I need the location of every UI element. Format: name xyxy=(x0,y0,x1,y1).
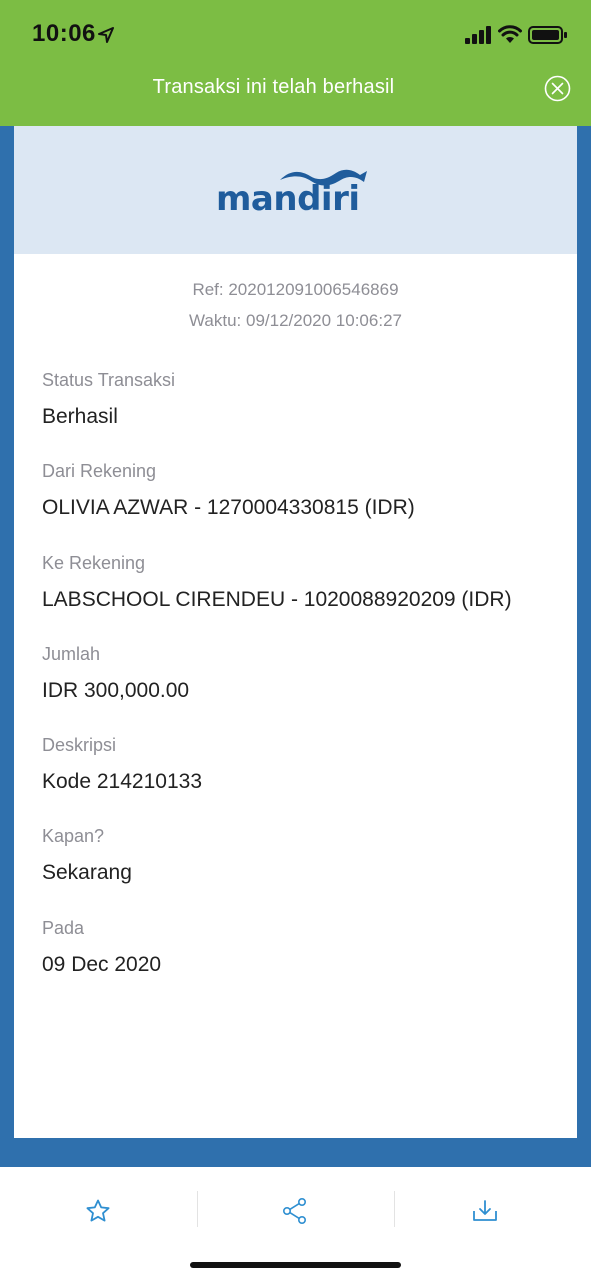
banner-title: Transaksi ini telah berhasil xyxy=(152,76,395,98)
field-pada: Pada 09 Dec 2020 xyxy=(42,918,562,977)
receipt-body: Ref: 202012091006546869 Waktu: 09/12/202… xyxy=(14,254,577,1138)
reference-number: Ref: 202012091006546869 xyxy=(192,280,399,299)
bottom-toolbar xyxy=(0,1167,591,1280)
battery-icon xyxy=(528,26,567,44)
share-icon xyxy=(282,1197,306,1224)
status-time: 10:06 xyxy=(32,20,96,47)
field-status-transaksi: Status Transaksi Berhasil xyxy=(42,370,562,429)
field-label: Status Transaksi xyxy=(42,370,176,390)
transaction-time: Waktu: 09/12/2020 10:06:27 xyxy=(189,311,402,330)
field-value: LABSCHOOL CIRENDEU - 1020088920209 (IDR) xyxy=(42,588,512,611)
toolbar-divider xyxy=(394,1191,395,1227)
download-icon xyxy=(473,1200,497,1221)
receipt-header: mandiri xyxy=(14,126,577,254)
wifi-icon xyxy=(498,25,522,43)
field-dari-rekening: Dari Rekening OLIVIA AZWAR - 12700043308… xyxy=(42,461,562,520)
close-icon[interactable] xyxy=(544,75,571,102)
field-value: OLIVIA AZWAR - 1270004330815 (IDR) xyxy=(42,496,415,519)
share-button[interactable] xyxy=(255,1189,335,1233)
location-arrow-icon xyxy=(98,27,114,43)
field-label: Ke Rekening xyxy=(42,553,146,573)
star-icon xyxy=(86,1199,110,1222)
field-label: Kapan? xyxy=(42,826,105,846)
status-bar: 10:06 xyxy=(0,0,591,70)
field-kapan: Kapan? Sekarang xyxy=(42,826,562,885)
field-value: 09 Dec 2020 xyxy=(42,953,162,976)
field-value: IDR 300,000.00 xyxy=(42,679,190,702)
mandiri-logo: mandiri xyxy=(216,169,367,216)
field-deskripsi: Deskripsi Kode 214210133 xyxy=(42,735,562,794)
field-value: Berhasil xyxy=(42,405,118,428)
receipt-frame: mandiri Ref: 202012091006546869 Waktu: 0… xyxy=(0,126,591,1167)
field-label: Deskripsi xyxy=(42,735,117,755)
favorite-button[interactable] xyxy=(58,1189,138,1233)
download-button[interactable] xyxy=(445,1189,525,1233)
field-value: Sekarang xyxy=(42,861,132,884)
field-value: Kode 214210133 xyxy=(42,770,202,793)
field-jumlah: Jumlah IDR 300,000.00 xyxy=(42,644,562,703)
success-banner: 10:06 Transaksi ini telah berhasil xyxy=(0,0,591,126)
home-indicator[interactable] xyxy=(190,1262,401,1268)
cellular-signal-icon xyxy=(465,26,491,44)
toolbar-divider xyxy=(197,1191,198,1227)
field-ke-rekening: Ke Rekening LABSCHOOL CIRENDEU - 1020088… xyxy=(42,553,562,612)
svg-text:mandiri: mandiri xyxy=(216,179,360,216)
field-label: Pada xyxy=(42,918,85,938)
field-label: Dari Rekening xyxy=(42,461,157,481)
field-label: Jumlah xyxy=(42,644,101,664)
